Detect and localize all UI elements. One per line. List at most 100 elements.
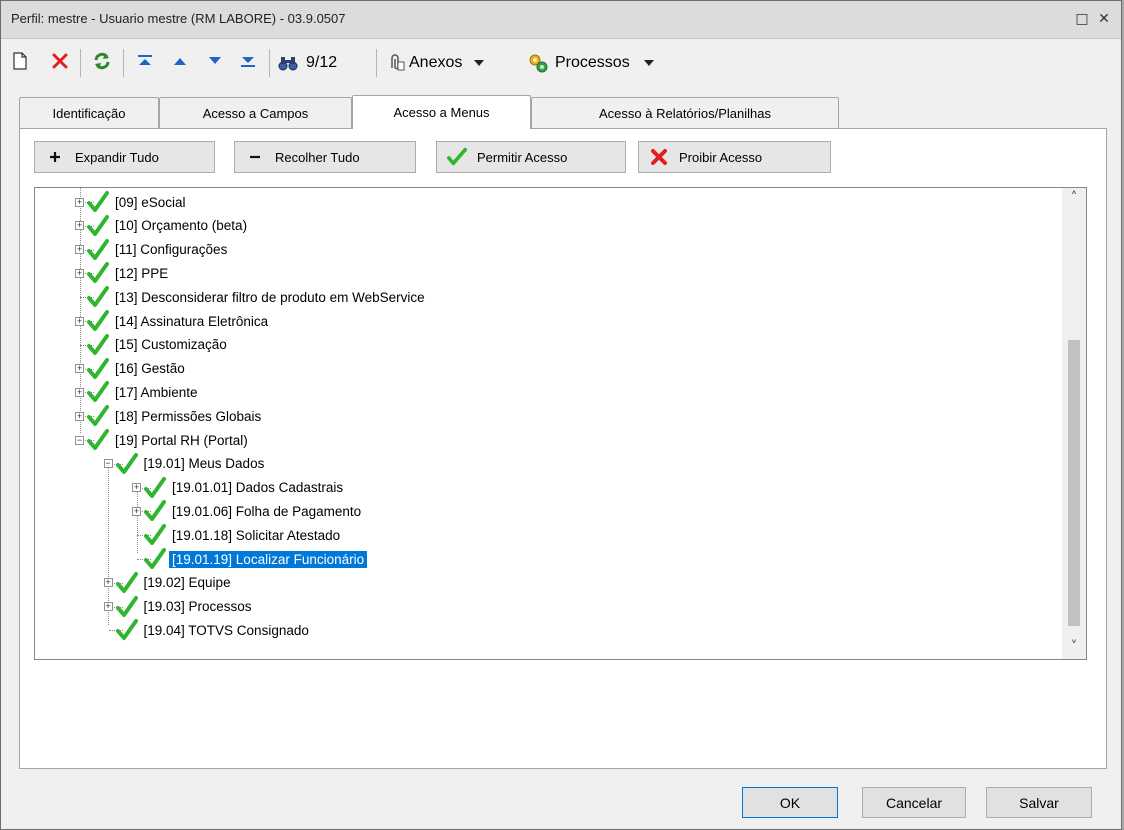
expand-toggle-icon[interactable]: + <box>75 364 84 374</box>
tree-node[interactable]: + [18] Permissões Globais <box>75 404 264 428</box>
scroll-up-arrow[interactable]: ˄ <box>1062 190 1086 208</box>
tree-node[interactable]: − [19.01] Meus Dados <box>103 452 268 476</box>
green-check-icon <box>115 452 138 475</box>
processes-dropdown[interactable]: Processos <box>527 51 672 75</box>
tab-container: Identificação Acesso a Campos Acesso a M… <box>19 95 1107 769</box>
green-check-icon <box>87 310 109 332</box>
expand-toggle-icon[interactable]: + <box>75 411 84 421</box>
last-record-button[interactable] <box>236 51 260 75</box>
collapse-toggle-icon[interactable]: − <box>75 435 84 445</box>
tree-node[interactable]: [19.01.18] Solicitar Atestado <box>132 523 343 547</box>
tree-node[interactable]: [13] Desconsiderar filtro de produto em … <box>75 285 428 309</box>
first-record-button[interactable] <box>133 51 157 75</box>
restore-button[interactable]: □ <box>1073 10 1091 28</box>
green-check-icon <box>87 429 109 451</box>
minus-icon <box>245 151 265 163</box>
refresh-button[interactable] <box>90 51 114 75</box>
attachments-dropdown[interactable]: Anexos <box>387 51 519 75</box>
tree-node[interactable]: + [14] Assinatura Eletrônica <box>75 309 271 333</box>
green-check-icon <box>115 571 138 594</box>
window-title: Perfil: mestre - Usuario mestre (RM LABO… <box>11 11 346 26</box>
expand-toggle-icon[interactable]: + <box>103 602 113 612</box>
cancel-button[interactable]: Cancelar <box>862 787 966 818</box>
allow-access-button[interactable]: Permitir Acesso <box>436 141 626 173</box>
find-button[interactable]: 9/12 <box>278 51 364 75</box>
expand-toggle-icon[interactable]: + <box>132 483 141 493</box>
green-check-icon <box>115 619 138 641</box>
tree-node[interactable]: [19.04] TOTVS Consignado <box>104 618 312 642</box>
toolbar-separator <box>269 49 270 77</box>
tree-node-label: [19.01.06] Folha de Pagamento <box>172 503 362 519</box>
tab-acesso-menus[interactable]: Acesso a Menus <box>352 95 531 129</box>
expand-toggle-icon[interactable]: + <box>103 578 113 588</box>
green-check-icon <box>144 524 166 546</box>
tab-identificacao[interactable]: Identificação <box>19 97 159 129</box>
expand-all-button[interactable]: Expandir Tudo <box>34 141 215 173</box>
ok-button[interactable]: OK <box>742 787 838 818</box>
next-record-button[interactable] <box>203 51 227 75</box>
tab-panel: Expandir Tudo Recolher Tudo Permitir Ace… <box>19 128 1107 769</box>
scroll-down-arrow[interactable]: ˅ <box>1062 639 1086 657</box>
deny-access-button[interactable]: Proibir Acesso <box>638 141 831 173</box>
tree-node-label: [19.02] Equipe <box>143 575 231 591</box>
tree-node[interactable]: + [19.03] Processos <box>103 595 255 619</box>
expand-toggle-icon[interactable]: + <box>75 197 84 207</box>
tree-node[interactable]: + [11] Configurações <box>75 238 230 262</box>
last-record-icon <box>239 53 257 73</box>
green-check-icon <box>115 595 138 618</box>
expand-toggle-icon[interactable]: + <box>75 245 84 255</box>
tree-node[interactable]: + [19.01.01] Dados Cadastrais <box>132 476 346 500</box>
green-check-icon <box>87 286 109 308</box>
green-check-icon <box>87 238 109 261</box>
close-button[interactable]: ✕ <box>1095 10 1113 28</box>
green-check-icon <box>144 476 166 499</box>
green-check-icon <box>87 191 109 213</box>
expand-toggle-icon[interactable]: + <box>75 387 84 397</box>
tree-node-label: [19.01.01] Dados Cadastrais <box>172 480 344 496</box>
toolbar: 9/12 Anexos Processos <box>1 41 1121 85</box>
green-check-icon <box>144 500 166 522</box>
tree-node[interactable]: + [09] eSocial <box>75 190 189 214</box>
chevron-down-icon <box>474 60 485 66</box>
menu-access-tree[interactable]: + [09] eSocial + [10] Orçamento (beta) + [11]… <box>34 187 1087 660</box>
tree-node[interactable]: + [19.01.06] Folha de Pagamento <box>132 499 364 523</box>
tree-node[interactable]: [19.01.19] Localizar Funcionário <box>132 547 369 571</box>
first-record-icon <box>136 53 154 73</box>
tab-acesso-relatorios[interactable]: Acesso à Relatórios/Planilhas <box>531 97 839 129</box>
expand-toggle-icon[interactable]: + <box>75 221 84 231</box>
gears-icon <box>527 52 549 74</box>
expand-toggle-icon[interactable]: + <box>75 268 84 278</box>
expand-toggle-icon[interactable]: + <box>132 506 141 516</box>
tab-acesso-campos[interactable]: Acesso a Campos <box>159 97 352 129</box>
tree-node[interactable]: + [19.02] Equipe <box>103 571 234 595</box>
new-button[interactable] <box>9 51 31 75</box>
tree-node[interactable]: + [12] PPE <box>75 261 171 285</box>
tree-node-label: [19.01.18] Solicitar Atestado <box>172 527 341 543</box>
previous-record-icon <box>172 55 188 71</box>
tree-node-label: [17] Ambiente <box>115 384 198 400</box>
tree-node-label: [19] Portal RH (Portal) <box>115 432 248 448</box>
tree-node-label: [19.04] TOTVS Consignado <box>143 622 309 638</box>
tree-node-label: [16] Gestão <box>115 361 185 377</box>
expand-toggle-icon[interactable]: + <box>75 316 84 326</box>
allow-access-label: Permitir Acesso <box>477 149 568 165</box>
collapse-toggle-icon[interactable]: − <box>103 459 113 469</box>
delete-button[interactable] <box>49 51 71 75</box>
vertical-scrollbar[interactable]: ˄ ˅ <box>1062 188 1086 659</box>
tree-node[interactable]: [15] Customização <box>75 333 230 357</box>
refresh-icon <box>92 51 112 75</box>
tree-node[interactable]: + [10] Orçamento (beta) <box>75 214 250 238</box>
previous-record-button[interactable] <box>168 51 192 75</box>
tree-node-label: [18] Permissões Globais <box>115 408 262 424</box>
collapse-all-button[interactable]: Recolher Tudo <box>234 141 416 173</box>
scroll-thumb[interactable] <box>1068 340 1080 626</box>
new-document-icon <box>12 52 28 74</box>
expand-all-label: Expandir Tudo <box>75 149 159 165</box>
green-check-icon <box>87 333 109 356</box>
green-check-icon <box>447 147 467 167</box>
tree-node[interactable]: + [16] Gestão <box>75 357 188 381</box>
tree-node[interactable]: + [17] Ambiente <box>75 380 201 404</box>
tree-node-label: [12] PPE <box>115 265 169 281</box>
save-button[interactable]: Salvar <box>986 787 1092 818</box>
tree-node[interactable]: − [19] Portal RH (Portal) <box>75 428 251 452</box>
